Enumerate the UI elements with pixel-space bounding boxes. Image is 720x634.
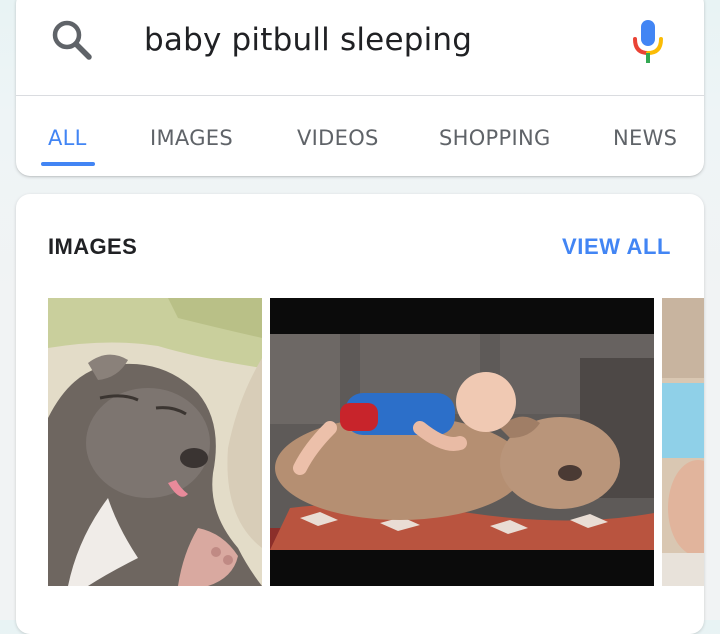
tab-images[interactable]: IMAGES: [150, 126, 233, 150]
search-bar[interactable]: baby pitbull sleeping: [16, 0, 704, 86]
active-tab-indicator: [41, 162, 95, 166]
view-all-link[interactable]: VIEW ALL: [562, 234, 671, 260]
search-icon[interactable]: [50, 18, 94, 62]
images-card: IMAGES VIEW ALL: [16, 194, 704, 634]
tab-shopping[interactable]: SHOPPING: [439, 126, 551, 150]
image-thumbnail-puppy[interactable]: [48, 298, 262, 586]
search-input[interactable]: baby pitbull sleeping: [144, 22, 472, 58]
tab-videos[interactable]: VIDEOS: [297, 126, 379, 150]
search-card: baby pitbull sleeping ALL IMAGES VIDEOS …: [16, 0, 704, 176]
microphone-icon[interactable]: [631, 17, 665, 67]
image-thumbnail-partial[interactable]: [662, 298, 704, 586]
images-section-title: IMAGES: [48, 234, 138, 259]
tab-news[interactable]: NEWS: [613, 126, 677, 150]
image-thumbnail-baby-with-dog[interactable]: [270, 298, 654, 586]
search-tabs: ALL IMAGES VIDEOS SHOPPING NEWS: [16, 96, 704, 176]
tab-all[interactable]: ALL: [48, 126, 87, 150]
